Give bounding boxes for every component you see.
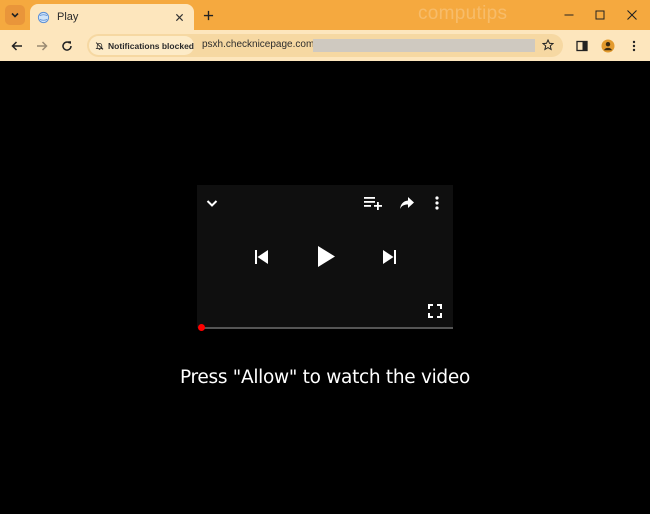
- allow-prompt-text: Press "Allow" to watch the video: [180, 367, 470, 388]
- more-vertical-icon: [632, 40, 636, 52]
- new-tab-button[interactable]: [200, 7, 216, 23]
- fullscreen-icon: [428, 304, 442, 318]
- next-button[interactable]: [379, 247, 399, 267]
- progress-scrubber[interactable]: [198, 324, 205, 331]
- side-panel-button[interactable]: [570, 34, 594, 58]
- more-vertical-icon: [435, 196, 439, 210]
- minimize-button[interactable]: [554, 0, 584, 30]
- avatar-icon: [601, 39, 615, 53]
- plus-icon: [203, 10, 213, 20]
- minimize-icon: [564, 14, 574, 16]
- tab-search-button[interactable]: [5, 5, 25, 25]
- tab-strip: Play computips: [0, 0, 650, 30]
- address-bar[interactable]: Notifications blocked psxh.checknicepage…: [87, 34, 563, 57]
- maximize-icon: [595, 10, 605, 20]
- tab-title: Play: [57, 11, 79, 23]
- chevron-down-icon: [11, 12, 19, 18]
- fullscreen-button[interactable]: [425, 301, 445, 321]
- minimize-player-button[interactable]: [203, 194, 221, 212]
- close-window-button[interactable]: [617, 0, 647, 30]
- url-redacted-bar: [313, 39, 535, 52]
- previous-button[interactable]: [251, 247, 271, 267]
- playlist-add-icon: [364, 197, 382, 210]
- skip-next-icon: [382, 250, 396, 264]
- reload-icon: [62, 41, 72, 51]
- player-more-button[interactable]: [430, 194, 444, 212]
- video-player[interactable]: [197, 185, 453, 328]
- browser-toolbar: Notifications blocked psxh.checknicepage…: [0, 30, 650, 61]
- bookmark-star-icon[interactable]: [541, 38, 555, 52]
- chevron-down-icon: [206, 200, 218, 207]
- add-to-queue-button[interactable]: [362, 194, 384, 212]
- share-button[interactable]: [397, 194, 417, 212]
- active-tab[interactable]: Play: [30, 4, 194, 30]
- back-button[interactable]: [5, 34, 29, 58]
- watermark: computips: [418, 3, 508, 24]
- notifications-blocked-chip[interactable]: Notifications blocked: [89, 36, 194, 55]
- share-arrow-icon: [400, 197, 414, 209]
- notifications-blocked-label: Notifications blocked: [108, 40, 194, 51]
- reload-button[interactable]: [55, 34, 79, 58]
- progress-track[interactable]: [201, 327, 453, 329]
- skip-previous-icon: [254, 250, 268, 264]
- browser-menu-button[interactable]: [622, 34, 646, 58]
- profile-button[interactable]: [596, 34, 620, 58]
- forward-button[interactable]: [30, 34, 54, 58]
- side-panel-icon: [576, 40, 588, 52]
- play-button[interactable]: [313, 243, 339, 269]
- maximize-button[interactable]: [585, 0, 615, 30]
- globe-favicon-icon: [36, 10, 50, 24]
- url-text: psxh.checknicepage.com/: [202, 39, 318, 50]
- arrow-left-icon: [11, 41, 22, 51]
- close-tab-icon[interactable]: [172, 10, 186, 24]
- page-content: Press "Allow" to watch the video: [0, 61, 650, 514]
- play-icon: [317, 245, 335, 267]
- close-icon: [627, 10, 637, 20]
- arrow-right-icon: [37, 41, 48, 51]
- bell-off-icon: [95, 41, 104, 50]
